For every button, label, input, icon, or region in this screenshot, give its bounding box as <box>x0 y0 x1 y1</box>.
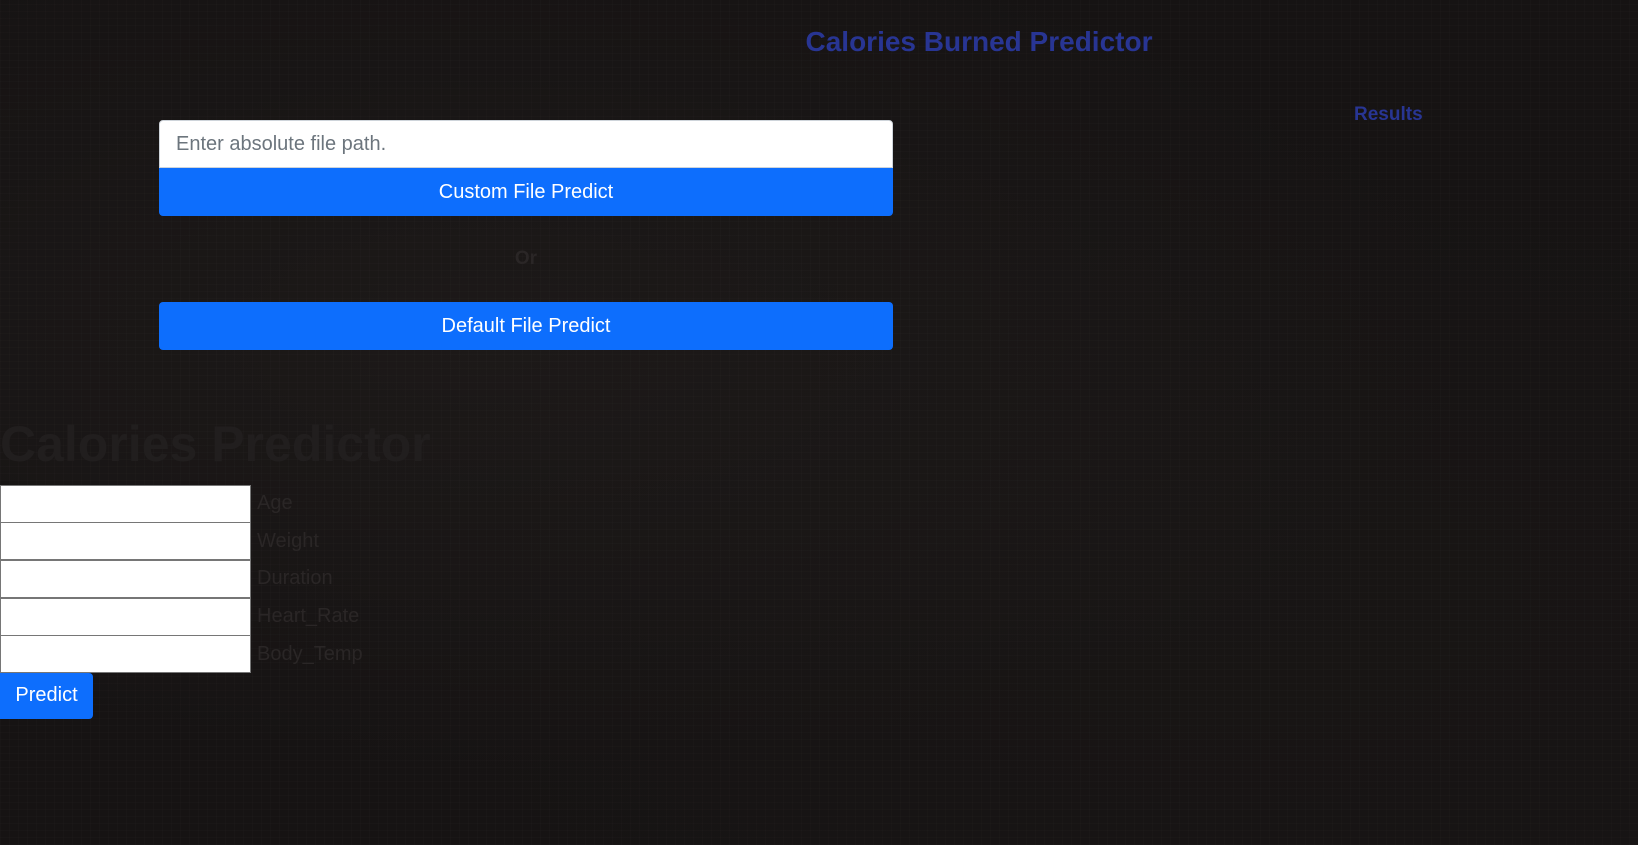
age-input[interactable] <box>0 484 251 523</box>
page-title: Calories Burned Predictor <box>805 26 1153 57</box>
results-label: Results <box>1354 104 1423 125</box>
heart-rate-label: Heart_Rate <box>257 605 360 628</box>
custom-file-predict-button[interactable]: Custom File Predict <box>159 168 893 216</box>
default-file-predict-button[interactable]: Default File Predict <box>159 302 893 350</box>
body-temp-input[interactable] <box>0 635 251 674</box>
file-predict-panel: Custom File Predict Or Default File Pred… <box>159 120 893 350</box>
calories-predictor-title: Calories Predictor <box>0 416 431 472</box>
manual-predict-form: Age Weight Duration Heart_Rate Body_Temp… <box>0 484 363 719</box>
heart-rate-input[interactable] <box>0 597 251 636</box>
predict-button[interactable]: Predict <box>0 672 93 719</box>
form-row-weight: Weight <box>0 522 363 561</box>
duration-label: Duration <box>257 567 333 590</box>
form-row-body-temp: Body_Temp <box>0 635 363 674</box>
form-row-heart-rate: Heart_Rate <box>0 597 363 636</box>
weight-label: Weight <box>257 529 319 552</box>
form-row-duration: Duration <box>0 559 363 598</box>
duration-input[interactable] <box>0 559 251 598</box>
form-row-age: Age <box>0 484 363 523</box>
weight-input[interactable] <box>0 522 251 561</box>
file-path-input[interactable] <box>159 120 893 168</box>
or-separator: Or <box>514 248 538 269</box>
body-temp-label: Body_Temp <box>257 642 363 665</box>
age-label: Age <box>257 492 293 515</box>
